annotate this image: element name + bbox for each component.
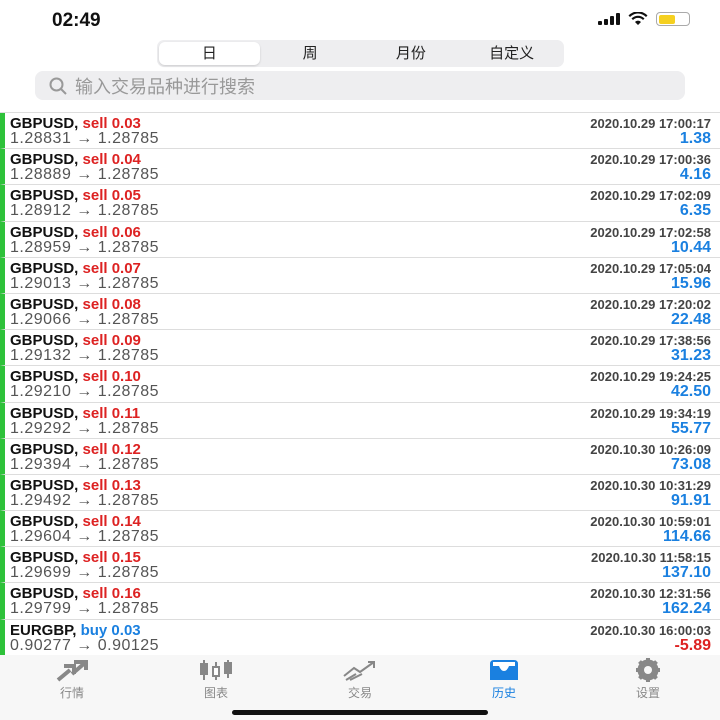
profit: 55.77 (670, 419, 711, 437)
profit: 73.08 (670, 455, 711, 473)
price-range: 1.29132 → 1.28785 (10, 347, 160, 365)
profit: 162.24 (662, 600, 711, 618)
trade-row[interactable]: GBPUSD, sell 0.14 1.29604 → 1.28785 2020… (0, 511, 720, 548)
profit: 114.66 (662, 528, 711, 546)
close-datetime: 2020.10.29 17:20:02 (590, 296, 711, 312)
signal-icon (598, 13, 620, 25)
close-datetime: 2020.10.29 19:24:25 (590, 369, 711, 385)
segment-custom[interactable]: 自定义 (461, 42, 562, 65)
close-datetime: 2020.10.29 17:02:58 (590, 224, 711, 240)
price-range: 1.28912 → 1.28785 (10, 202, 160, 220)
segment-day[interactable]: 日 (159, 42, 260, 65)
close-datetime: 2020.10.29 17:00:17 (590, 116, 711, 131)
price-range: 1.29210 → 1.28785 (10, 383, 160, 401)
price-range: 1.29013 → 1.28785 (10, 274, 160, 292)
tab-chart[interactable]: 图表 (144, 655, 288, 701)
price-range: 1.29492 → 1.28785 (10, 491, 160, 509)
tab-history[interactable]: 历史 (432, 655, 576, 701)
trade-row[interactable]: GBPUSD, sell 0.03 1.28831 → 1.28785 2020… (0, 113, 720, 150)
close-datetime: 2020.10.29 17:00:36 (590, 152, 711, 168)
trade-row[interactable]: GBPUSD, sell 0.12 1.29394 → 1.28785 2020… (0, 438, 720, 475)
price-range: 1.28959 → 1.28785 (10, 238, 160, 256)
trade-row[interactable]: GBPUSD, sell 0.10 1.29210 → 1.28785 2020… (0, 366, 720, 403)
period-segmented-control: 日 周 月份 自定义 (157, 40, 564, 67)
wifi-icon (628, 12, 648, 25)
close-datetime: 2020.10.30 10:59:01 (590, 514, 711, 530)
trade-row[interactable]: GBPUSD, sell 0.08 1.29066 → 1.28785 2020… (0, 293, 720, 331)
history-inbox-icon (490, 660, 518, 680)
price-range: 1.29799 → 1.28785 (10, 600, 160, 618)
profit: 10.44 (670, 238, 711, 256)
price-range: 0.90277 → 0.90125 (10, 636, 160, 654)
trade-icon (343, 661, 375, 681)
price-range: 1.29604 → 1.28785 (10, 528, 160, 546)
price-range: 1.29699 → 1.28785 (10, 564, 160, 582)
close-datetime: 2020.10.30 11:58:15 (591, 550, 711, 566)
profit: 137.10 (662, 564, 711, 582)
trade-row[interactable]: GBPUSD, sell 0.06 1.28959 → 1.28785 2020… (0, 221, 720, 258)
battery-icon (656, 12, 690, 26)
close-datetime: 2020.10.30 16:00:03 (590, 622, 711, 638)
trade-row[interactable]: GBPUSD, sell 0.11 1.29292 → 1.28785 2020… (0, 402, 720, 439)
trade-row[interactable]: GBPUSD, sell 0.04 1.28889 → 1.28785 2020… (0, 149, 720, 186)
segment-week[interactable]: 周 (260, 42, 361, 65)
close-datetime: 2020.10.30 10:26:09 (590, 441, 711, 457)
profit: 6.35 (679, 202, 711, 220)
candlestick-chart-icon (200, 660, 232, 680)
price-range: 1.29394 → 1.28785 (10, 455, 160, 473)
price-range: 1.28889 → 1.28785 (10, 166, 160, 184)
home-indicator (232, 710, 488, 715)
tab-quotes[interactable]: 行情 (0, 655, 144, 701)
close-datetime: 2020.10.29 17:05:04 (590, 260, 711, 276)
segment-month[interactable]: 月份 (361, 42, 462, 65)
close-datetime: 2020.10.30 10:31:29 (590, 477, 711, 493)
clock: 02:49 (52, 10, 101, 31)
close-datetime: 2020.10.29 17:38:56 (590, 333, 711, 349)
trade-row[interactable]: GBPUSD, sell 0.13 1.29492 → 1.28785 2020… (0, 474, 720, 512)
profit: 31.23 (670, 347, 711, 365)
profit: -5.89 (674, 636, 711, 654)
price-range: 1.29066 → 1.28785 (10, 310, 160, 328)
tab-trade[interactable]: 交易 (288, 655, 432, 701)
tab-settings[interactable]: 设置 (576, 655, 720, 701)
search-input[interactable]: 输入交易品种进行搜索 (35, 71, 685, 100)
price-range: 1.28831 → 1.28785 (10, 130, 160, 147)
profit: 91.91 (670, 491, 711, 509)
trade-row[interactable]: GBPUSD, sell 0.16 1.29799 → 1.28785 2020… (0, 583, 720, 620)
search-icon (49, 77, 67, 95)
trade-row[interactable]: GBPUSD, sell 0.09 1.29132 → 1.28785 2020… (0, 330, 720, 367)
gear-icon (636, 658, 660, 682)
close-datetime: 2020.10.29 17:02:09 (590, 188, 711, 204)
status-bar: 02:49 (0, 0, 720, 38)
trade-row[interactable]: GBPUSD, sell 0.07 1.29013 → 1.28785 2020… (0, 257, 720, 294)
quotes-icon (56, 660, 88, 682)
price-range: 1.29292 → 1.28785 (10, 419, 160, 437)
trade-row[interactable]: EURGBP, buy 0.03 0.90277 → 0.90125 2020.… (0, 619, 720, 656)
profit: 1.38 (679, 130, 711, 147)
trade-row[interactable]: GBPUSD, sell 0.15 1.29699 → 1.28785 2020… (0, 547, 720, 584)
profit: 4.16 (679, 166, 711, 184)
trade-row[interactable]: GBPUSD, sell 0.05 1.28912 → 1.28785 2020… (0, 185, 720, 222)
profit: 42.50 (670, 383, 711, 401)
profit: 22.48 (670, 310, 711, 328)
close-datetime: 2020.10.30 12:31:56 (590, 586, 711, 602)
history-list: GBPUSD, sell 0.03 1.28831 → 1.28785 2020… (0, 112, 720, 656)
close-datetime: 2020.10.29 19:34:19 (590, 405, 711, 421)
profit: 15.96 (670, 274, 711, 292)
search-placeholder: 输入交易品种进行搜索 (75, 76, 255, 97)
